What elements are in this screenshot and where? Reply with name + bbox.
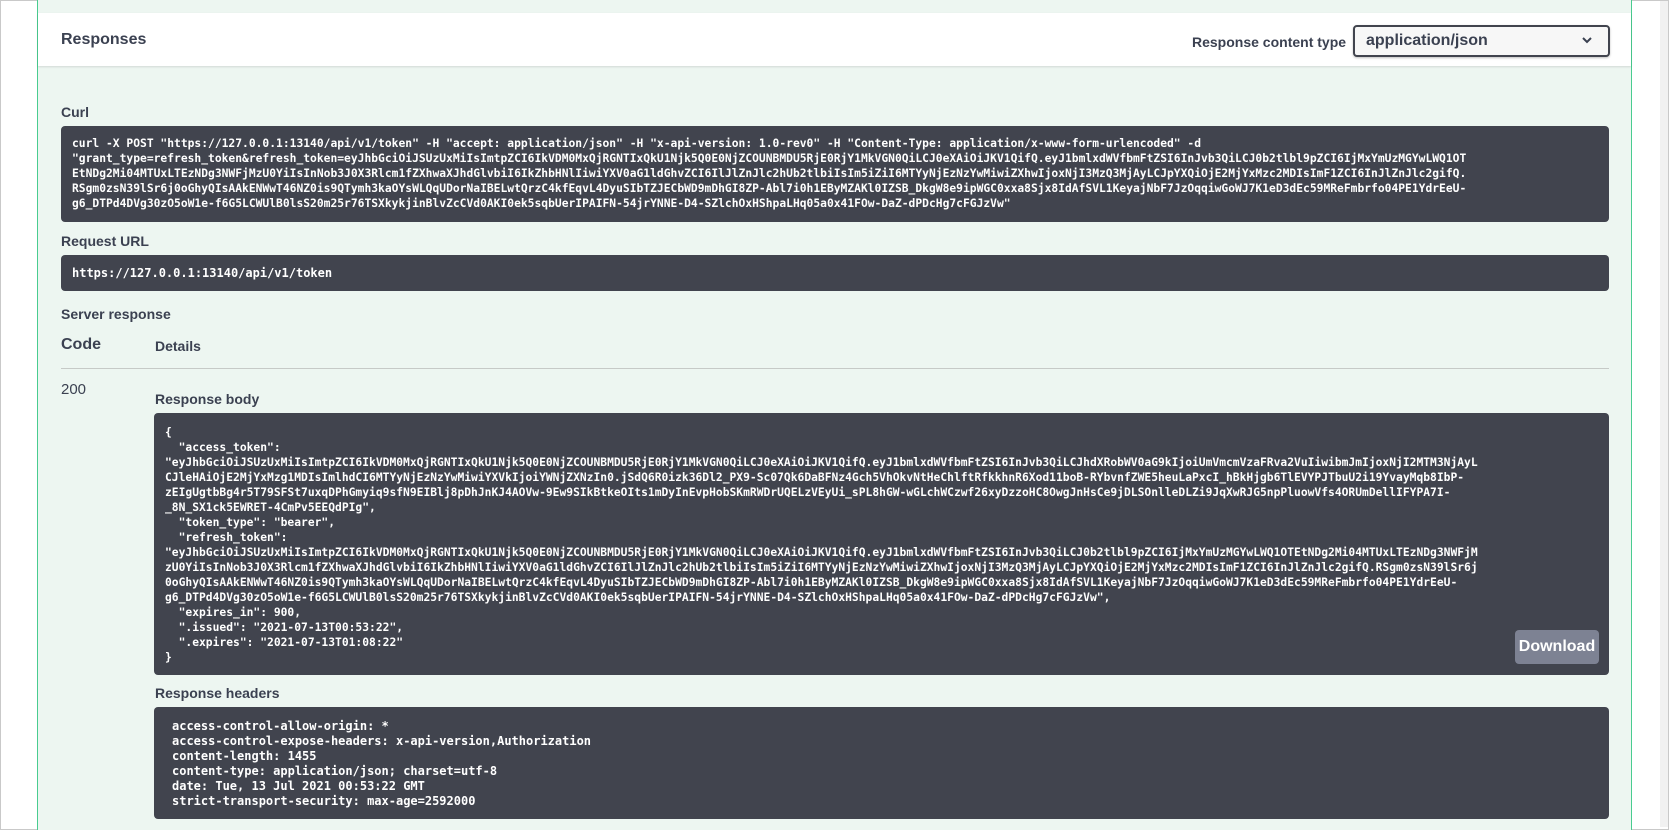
body-line: 0oGhyQIsAAkENWwT46NZ0is9QTymh3kaOYsWLQqU… xyxy=(165,576,1458,589)
curl-line: EtNDg2Mi04MTUxLTEzNDg3NWFjMzU0YiIsInNob3… xyxy=(72,167,1467,180)
response-content-type-value: application/json xyxy=(1366,32,1488,49)
body-line: zEIgUgtbBg4r5T79SFSt7uxqDPhGmyiq9sfN9EIB… xyxy=(165,486,1451,499)
body-line: "refresh_token": xyxy=(165,531,288,544)
curl-line: g6_DTPd4DVg30zO5oW1e-f6G5LCWUlB0lsS20m25… xyxy=(72,197,1011,210)
operation-panel-top xyxy=(38,0,1631,12)
body-line: ".expires": "2021-07-13T01:08:22" xyxy=(165,636,404,649)
body-line: "eyJhbGciOiJSUzUxMiIsImtpZCI6IkVDM0MxQjR… xyxy=(165,546,1478,559)
server-response-label: Server response xyxy=(61,306,171,322)
body-line: "eyJhbGciOiJSUzUxMiIsImtpZCI6IkVDM0MxQjR… xyxy=(165,456,1478,469)
response-status-code: 200 xyxy=(61,381,87,398)
header-line: date: Tue, 13 Jul 2021 00:53:22 GMT xyxy=(172,779,425,793)
header-line: content-length: 1455 xyxy=(172,749,317,763)
details-column-header: Details xyxy=(155,338,201,354)
body-line: "expires_in": 900, xyxy=(165,606,302,619)
body-line: "access_token": xyxy=(165,441,281,454)
response-content-type-label: Response content type xyxy=(1192,34,1347,50)
request-url-label: Request URL xyxy=(61,233,149,249)
response-body-label: Response body xyxy=(155,391,260,407)
code-column-header: Code xyxy=(61,336,101,353)
responses-title: Responses xyxy=(61,31,147,48)
response-headers[interactable]: access-control-allow-origin: * access-con… xyxy=(154,707,1609,819)
body-line: ".issued": "2021-07-13T00:53:22", xyxy=(165,621,404,634)
body-line: } xyxy=(165,651,172,664)
header-line: access-control-expose-headers: x-api-ver… xyxy=(172,734,592,748)
header-line: strict-transport-security: max-age=25920… xyxy=(172,794,476,808)
response-content-type-select[interactable]: application/json xyxy=(1353,25,1610,57)
curl-line: "grant_type=refresh_token&refresh_token=… xyxy=(72,152,1467,165)
body-line: CJleHAiOjE2MjYxMzg1MDIsImlhdCI6MTYyNjEzN… xyxy=(165,471,1465,484)
curl-command[interactable]: curl -X POST "https://127.0.0.1:13140/ap… xyxy=(61,126,1609,222)
response-headers-label: Response headers xyxy=(155,685,280,701)
body-line: "token_type": "bearer", xyxy=(165,516,336,529)
curl-label: Curl xyxy=(61,104,89,120)
vertical-scrollbar[interactable] xyxy=(1660,1,1668,827)
body-line: zU0YiIsInNob3J0X3Rlcm1fZXhwaXJhdGlvbiI6I… xyxy=(165,561,1478,574)
curl-line: curl -X POST "https://127.0.0.1:13140/ap… xyxy=(72,137,1202,150)
table-header-divider xyxy=(61,368,1609,369)
response-body[interactable]: { "access_token": "eyJhbGciOiJSUzUxMiIsIm… xyxy=(154,413,1609,675)
chevron-down-icon xyxy=(1582,37,1592,44)
request-url-value[interactable]: https://127.0.0.1:13140/api/v1/token xyxy=(61,255,1609,291)
body-line: g6_DTPd4DVg30zO5oW1e-f6G5LCWUlB0lsS20m25… xyxy=(165,591,1111,604)
body-line: _8N_SX1ck5EWRET-4CmPv5EEQdPIg", xyxy=(165,501,376,514)
header-line: content-type: application/json; charset=… xyxy=(172,764,498,778)
download-button[interactable]: Download xyxy=(1515,630,1599,664)
curl-line: RSgm0zsN39lSr6j0oGhyQIsAAkENWwT46NZ0is9Q… xyxy=(72,182,1467,195)
body-line: { xyxy=(165,426,172,439)
header-line: access-control-allow-origin: * xyxy=(172,719,389,733)
